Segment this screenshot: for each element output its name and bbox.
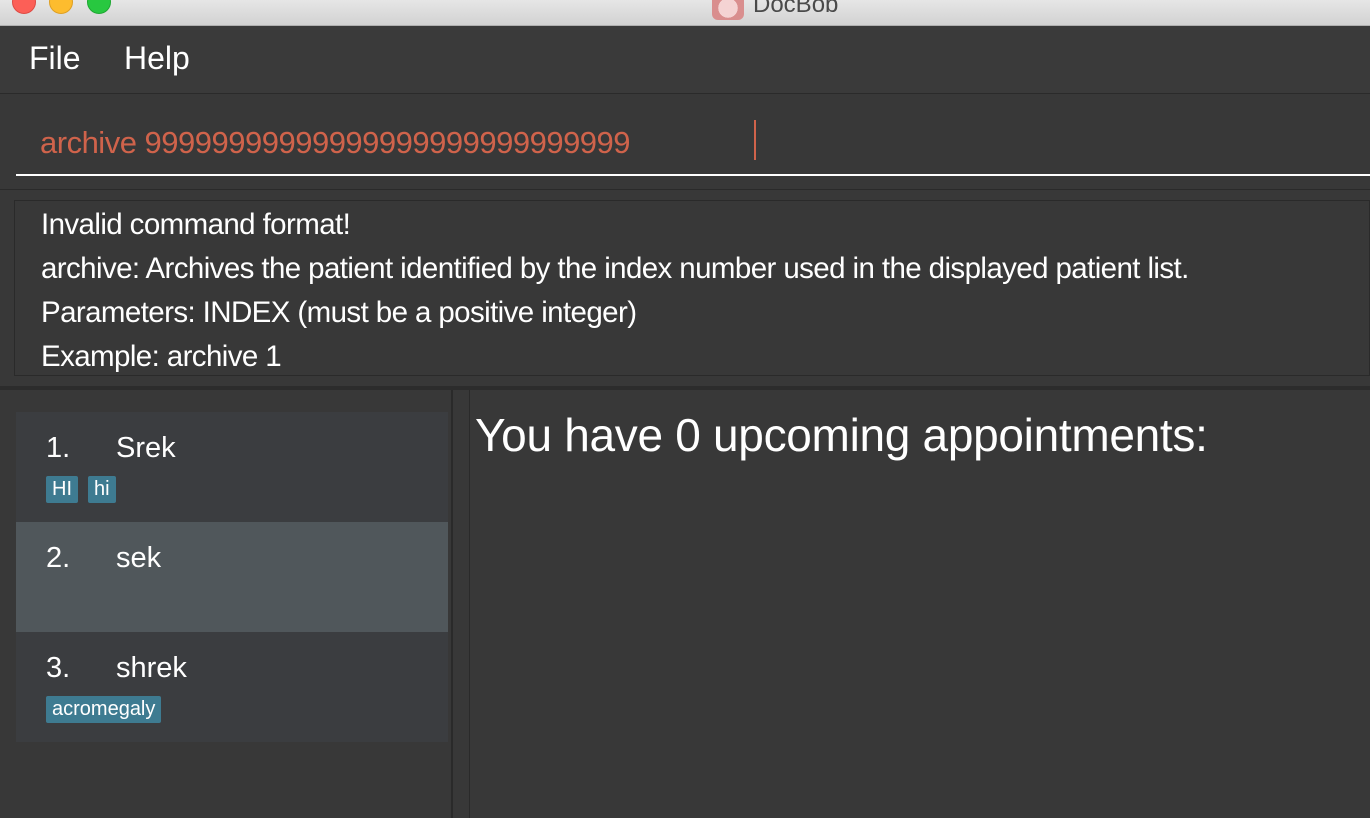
tag-badge: hi: [88, 476, 116, 503]
patient-name: sek: [116, 542, 162, 574]
patient-index: 1.: [46, 432, 71, 464]
patient-list: 1. Srek HI hi 2. sek 3. shrek acromegaly: [0, 390, 452, 818]
result-line: Parameters: INDEX (must be a positive in…: [41, 296, 637, 329]
command-input[interactable]: [16, 112, 1370, 176]
appointments-panel: You have 0 upcoming appointments:: [471, 390, 1370, 818]
title-bar: DocBob: [0, 0, 1370, 26]
patient-index: 2.: [46, 542, 71, 574]
patient-card[interactable]: 1. Srek HI hi: [16, 412, 448, 522]
patient-tags: acromegaly: [46, 696, 171, 723]
menu-file[interactable]: File: [29, 40, 81, 77]
app-icon: [712, 0, 744, 20]
result-line: Example: archive 1: [41, 340, 282, 373]
appointments-header: You have 0 upcoming appointments:: [475, 409, 1208, 461]
minimize-window-button[interactable]: [49, 0, 73, 14]
patient-name: Srek: [116, 432, 176, 464]
tag-badge: acromegaly: [46, 696, 162, 723]
close-window-button[interactable]: [12, 0, 36, 14]
result-line: Invalid command format!: [41, 208, 351, 241]
menu-help[interactable]: Help: [124, 40, 190, 77]
tag-badge: HI: [46, 476, 78, 503]
command-box: [0, 94, 1370, 190]
patient-tags: HI hi: [46, 476, 126, 503]
split-pane-divider[interactable]: [452, 390, 470, 818]
window-title: DocBob: [753, 0, 839, 18]
patient-name: shrek: [116, 652, 187, 684]
patient-card[interactable]: 3. shrek acromegaly: [16, 632, 448, 742]
patient-card-selected[interactable]: 2. sek: [16, 522, 448, 632]
maximize-window-button[interactable]: [87, 0, 111, 14]
result-line: archive: Archives the patient identified…: [41, 252, 1189, 285]
patient-index: 3.: [46, 652, 71, 684]
text-caret: [754, 120, 756, 160]
menu-bar: File Help: [0, 26, 1370, 94]
result-display: Invalid command format! archive: Archive…: [14, 200, 1370, 376]
